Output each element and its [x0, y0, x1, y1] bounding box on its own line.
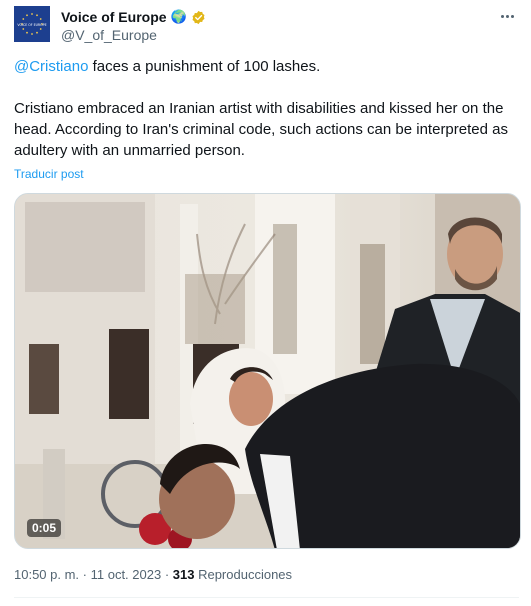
tweet-line-1: @Cristiano faces a punishment of 100 las…	[14, 56, 519, 77]
svg-text:VOICE OF EUROPE: VOICE OF EUROPE	[17, 23, 46, 27]
translate-post-link[interactable]: Traducir post	[14, 166, 84, 182]
eu-flag-icon: VOICE OF EUROPE	[14, 6, 50, 42]
tweet-line-1-text: faces a punishment of 100 lashes.	[88, 58, 321, 75]
video-duration-badge: 0:05	[27, 519, 62, 537]
globe-emoji-icon: 🌍	[170, 9, 187, 24]
more-options-icon[interactable]	[495, 6, 519, 26]
mention-link[interactable]: @Cristiano	[14, 58, 88, 75]
tweet-time[interactable]: 10:50 p. m.	[14, 567, 79, 582]
views-count: 313	[172, 567, 195, 582]
name-row: Voice of Europe 🌍	[61, 8, 206, 26]
meta-separator: ·	[79, 567, 91, 582]
handle[interactable]: @V_of_Europe	[61, 26, 157, 44]
avatar[interactable]: VOICE OF EUROPE	[14, 6, 50, 42]
tweet-header: VOICE OF EUROPE Voice of Europe 🌍 @V_of_…	[14, 6, 519, 46]
video-player[interactable]: 0:05	[14, 193, 521, 549]
tweet[interactable]: VOICE OF EUROPE Voice of Europe 🌍 @V_of_…	[0, 0, 531, 606]
tweet-date[interactable]: 11 oct. 2023	[91, 567, 162, 582]
display-name[interactable]: Voice of Europe	[61, 8, 167, 26]
tweet-meta: 10:50 p. m. · 11 oct. 2023 · 313 Reprodu…	[14, 566, 292, 583]
video-frame	[15, 194, 520, 548]
tweet-body: Cristiano embraced an Iranian artist wit…	[14, 100, 508, 159]
meta-separator-2: ·	[161, 567, 173, 582]
verified-badge-icon	[192, 10, 205, 24]
divider	[14, 597, 519, 598]
tweet-text: @Cristiano faces a punishment of 100 las…	[14, 56, 519, 161]
views-label: Reproducciones	[194, 567, 293, 582]
